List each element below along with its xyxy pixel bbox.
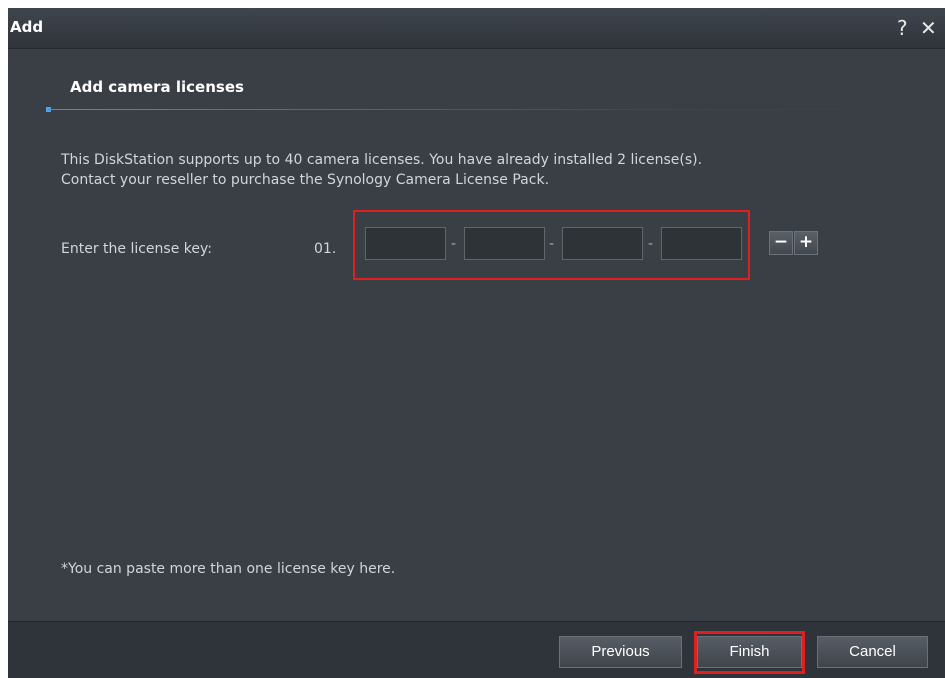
paste-hint: *You can paste more than one license key… xyxy=(61,561,396,577)
cancel-button[interactable]: Cancel xyxy=(817,636,928,668)
add-key-button[interactable]: + xyxy=(794,231,818,255)
close-icon[interactable]: ✕ xyxy=(920,16,937,40)
finish-highlight xyxy=(694,631,805,674)
description-line-2: Contact your reseller to purchase the Sy… xyxy=(61,172,550,188)
key-separator: - xyxy=(648,236,654,252)
license-key-field-2[interactable] xyxy=(464,227,545,260)
previous-button[interactable]: Previous xyxy=(559,636,682,668)
license-key-field-1[interactable] xyxy=(365,227,446,260)
key-separator: - xyxy=(549,236,555,252)
add-license-dialog: Add ? ✕ Add camera licenses This DiskSta… xyxy=(8,8,945,678)
license-description: This DiskStation supports up to 40 camer… xyxy=(61,150,921,190)
remove-key-button[interactable]: − xyxy=(769,231,793,255)
license-key-field-3[interactable] xyxy=(562,227,643,260)
help-icon[interactable]: ? xyxy=(897,16,908,40)
license-key-field-4[interactable] xyxy=(661,227,742,260)
description-line-1: This DiskStation supports up to 40 camer… xyxy=(61,152,703,168)
license-key-label: Enter the license key: xyxy=(61,241,212,257)
title-bar: Add ? ✕ xyxy=(8,8,945,49)
dialog-title: Add xyxy=(10,18,44,36)
license-key-index: 01. xyxy=(314,241,337,257)
section-divider xyxy=(48,109,918,110)
key-separator: - xyxy=(451,236,457,252)
section-title: Add camera licenses xyxy=(70,78,244,96)
